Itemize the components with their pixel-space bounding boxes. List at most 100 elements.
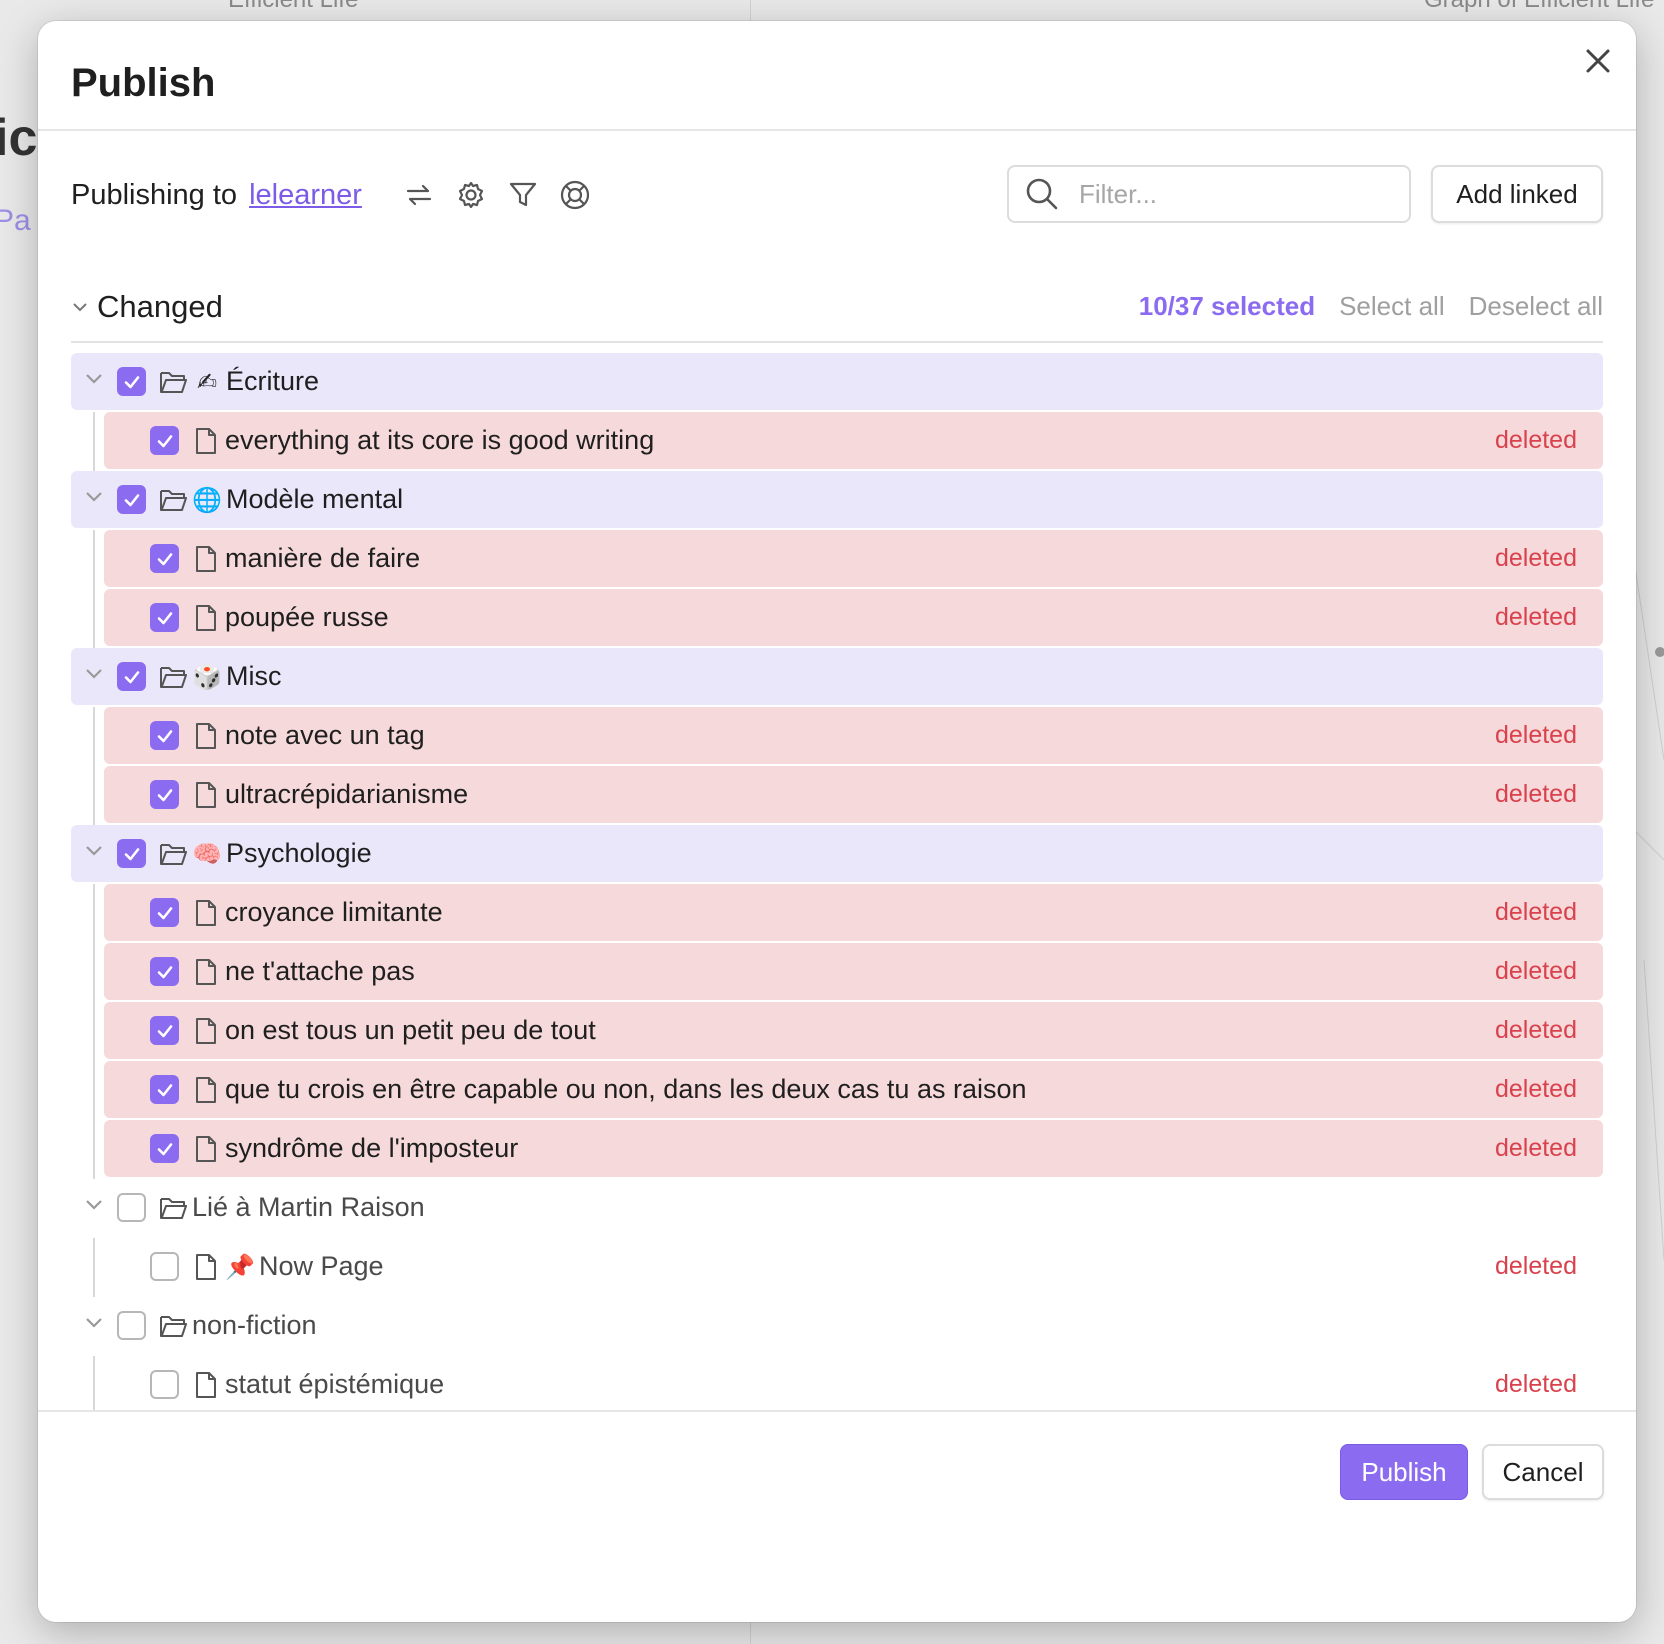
status-badge: deleted — [1494, 721, 1577, 749]
file-row[interactable]: note avec un tag deleted — [104, 707, 1603, 764]
file-name: syndrôme de l'imposteur — [225, 1133, 519, 1163]
filter-input[interactable] — [1079, 178, 1379, 210]
file-name: que tu crois en être capable ou non, dan… — [225, 1074, 1027, 1104]
changed-section-header: Changed 10/37 selected Select all Desele… — [71, 277, 1603, 343]
changed-section-toggle[interactable]: Changed — [71, 289, 223, 325]
status-badge: deleted — [1494, 1134, 1577, 1162]
select-all-link[interactable]: Select all — [1339, 291, 1445, 322]
folder-row[interactable]: ✍ Écriture — [71, 353, 1603, 410]
file-row[interactable]: ultracrépidarianisme deleted — [104, 766, 1603, 823]
folder-checkbox[interactable] — [117, 839, 146, 868]
folder-icon — [158, 485, 188, 515]
folder-name: Modèle mental — [226, 484, 404, 514]
background-right-title: Graph of Efficient Life — [1424, 0, 1654, 14]
chevron-down-icon[interactable] — [83, 1311, 107, 1335]
file-row[interactable]: 📌 Now Page deleted — [104, 1238, 1603, 1295]
file-icon — [191, 1016, 221, 1046]
tree-guide-line — [93, 1356, 95, 1415]
status-badge: deleted — [1494, 780, 1577, 808]
file-checkbox[interactable] — [150, 898, 179, 927]
file-icon — [191, 1134, 221, 1164]
help-icon[interactable] — [559, 179, 591, 211]
file-checkbox[interactable] — [150, 603, 179, 632]
status-badge: deleted — [1494, 426, 1577, 454]
file-checkbox[interactable] — [150, 1134, 179, 1163]
file-checkbox[interactable] — [150, 1075, 179, 1104]
publish-button[interactable]: Publish — [1340, 1444, 1468, 1500]
background-left-title: Efficient Life — [228, 0, 358, 14]
modal-title: Publish — [71, 61, 216, 105]
file-row[interactable]: ne t'attache pas deleted — [104, 943, 1603, 1000]
chevron-down-icon[interactable] — [83, 485, 107, 509]
filter-field — [1007, 165, 1411, 223]
file-row[interactable]: croyance limitante deleted — [104, 884, 1603, 941]
publish-toolbar: Publishing to lelearner Filter... Add li… — [71, 165, 1603, 225]
section-label: Changed — [97, 289, 223, 324]
file-icon — [191, 721, 221, 751]
file-checkbox[interactable] — [150, 721, 179, 750]
background-link: Pa — [0, 204, 31, 237]
sync-icon[interactable] — [403, 179, 435, 211]
folder-icon — [158, 1311, 188, 1341]
file-name: croyance limitante — [225, 897, 443, 927]
status-badge: deleted — [1494, 544, 1577, 572]
folder-row[interactable]: 🧠 Psychologie — [71, 825, 1603, 882]
file-row[interactable]: everything at its core is good writing de… — [104, 412, 1603, 469]
add-linked-button[interactable]: Add linked — [1431, 165, 1603, 223]
gear-icon[interactable] — [455, 179, 487, 211]
chevron-down-icon[interactable] — [83, 662, 107, 686]
folder-checkbox[interactable] — [117, 1311, 146, 1340]
folder-checkbox[interactable] — [117, 1193, 146, 1222]
file-row[interactable]: on est tous un petit peu de tout deleted — [104, 1002, 1603, 1059]
folder-row[interactable]: Lié à Martin Raison — [71, 1179, 1603, 1236]
cancel-button[interactable]: Cancel — [1482, 1444, 1604, 1500]
folder-checkbox[interactable] — [117, 662, 146, 691]
status-badge: deleted — [1494, 898, 1577, 926]
file-checkbox[interactable] — [150, 1016, 179, 1045]
file-row[interactable]: que tu crois en être capable ou non, dan… — [104, 1061, 1603, 1118]
folder-row[interactable]: 🎲 Misc — [71, 648, 1603, 705]
file-row[interactable]: manière de faire deleted — [104, 530, 1603, 587]
folder-row[interactable]: 🌐 Modèle mental — [71, 471, 1603, 528]
file-checkbox[interactable] — [150, 544, 179, 573]
status-badge: deleted — [1494, 1370, 1577, 1398]
folder-icon — [158, 1193, 188, 1223]
deselect-all-link[interactable]: Deselect all — [1469, 291, 1603, 322]
file-icon — [191, 426, 221, 456]
file-checkbox[interactable] — [150, 1370, 179, 1399]
file-name: on est tous un petit peu de tout — [225, 1015, 596, 1045]
chevron-down-icon[interactable] — [83, 839, 107, 863]
file-checkbox[interactable] — [150, 957, 179, 986]
file-row[interactable]: syndrôme de l'imposteur deleted — [104, 1120, 1603, 1177]
folder-checkbox[interactable] — [117, 485, 146, 514]
close-button[interactable] — [1578, 41, 1618, 81]
folder-name: Écriture — [226, 366, 320, 396]
file-checkbox[interactable] — [150, 780, 179, 809]
file-name: poupée russe — [225, 602, 389, 632]
file-checkbox[interactable] — [150, 1252, 179, 1281]
item-emoji: 🧠 — [192, 839, 222, 868]
filter-icon[interactable] — [507, 179, 539, 211]
tree-guide-line — [93, 707, 95, 825]
modal-footer: Publish Cancel — [38, 1410, 1636, 1622]
publishing-to-text: Publishing to — [71, 179, 238, 211]
file-icon — [191, 1252, 221, 1282]
folder-name: non-fiction — [192, 1310, 317, 1340]
file-row[interactable]: statut épistémique deleted — [104, 1356, 1603, 1413]
toolbar-icons — [403, 179, 591, 211]
tree-guide-line — [93, 530, 95, 648]
folder-row[interactable]: non-fiction — [71, 1297, 1603, 1354]
item-emoji: 🌐 — [192, 485, 222, 514]
folder-checkbox[interactable] — [117, 367, 146, 396]
file-checkbox[interactable] — [150, 426, 179, 455]
chevron-down-icon — [73, 303, 87, 312]
chevron-down-icon[interactable] — [83, 367, 107, 391]
file-row[interactable]: poupée russe deleted — [104, 589, 1603, 646]
site-link[interactable]: lelearner — [249, 179, 362, 211]
chevron-down-icon[interactable] — [83, 1193, 107, 1217]
file-name: manière de faire — [225, 543, 421, 573]
folder-name: Misc — [226, 661, 282, 691]
file-name: statut épistémique — [225, 1369, 445, 1399]
file-icon — [191, 1370, 221, 1400]
tree-guide-line — [93, 1238, 95, 1297]
